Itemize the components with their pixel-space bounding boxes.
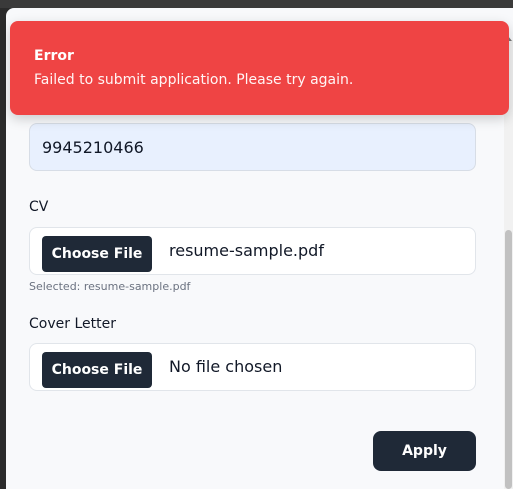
cv-choose-file-button[interactable]: Choose File bbox=[42, 236, 152, 272]
cv-label: CV bbox=[29, 199, 49, 215]
apply-button[interactable]: Apply bbox=[373, 431, 476, 471]
cv-file-name: resume-sample.pdf bbox=[169, 241, 324, 260]
cv-selected-helper: Selected: resume-sample.pdf bbox=[29, 280, 191, 293]
cover-letter-label: Cover Letter bbox=[29, 316, 116, 332]
cv-file-input[interactable]: Choose File resume-sample.pdf bbox=[29, 227, 476, 275]
phone-input[interactable]: 9945210466 bbox=[29, 123, 476, 171]
error-toast: Error Failed to submit application. Plea… bbox=[10, 21, 509, 115]
phone-input-value: 9945210466 bbox=[42, 137, 144, 157]
cover-letter-choose-file-button[interactable]: Choose File bbox=[42, 352, 152, 388]
scrollbar-thumb[interactable] bbox=[505, 230, 512, 489]
error-toast-title: Error bbox=[34, 48, 74, 64]
cover-letter-file-input[interactable]: Choose File No file chosen bbox=[29, 343, 476, 391]
browser-top-bar bbox=[0, 0, 513, 8]
cover-letter-file-name: No file chosen bbox=[169, 357, 283, 376]
error-toast-message: Failed to submit application. Please try… bbox=[34, 72, 354, 88]
